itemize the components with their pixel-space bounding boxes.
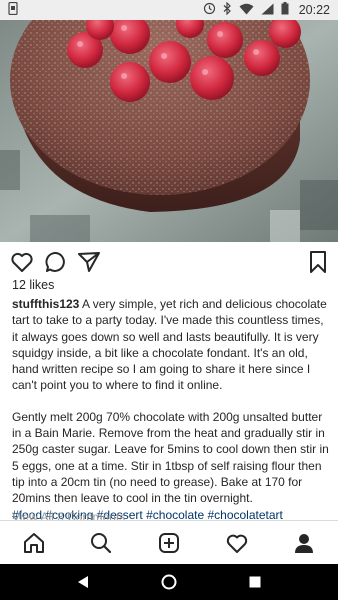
status-time: 20:22 bbox=[298, 3, 330, 17]
sync-icon bbox=[203, 2, 216, 18]
send-icon[interactable] bbox=[77, 250, 101, 274]
post-username[interactable]: stuffthis123 bbox=[12, 297, 79, 311]
chocolate-tart-image bbox=[0, 20, 338, 242]
like-count[interactable]: 12 likes bbox=[12, 278, 54, 292]
bottom-navigation bbox=[0, 520, 338, 564]
post-actions bbox=[0, 246, 338, 276]
caption-recipe-text: Gently melt 200g 70% chocolate with 200g… bbox=[12, 409, 329, 506]
activity-icon[interactable] bbox=[217, 523, 257, 563]
wifi-icon bbox=[239, 3, 254, 18]
profile-icon[interactable] bbox=[284, 523, 324, 563]
add-icon[interactable] bbox=[149, 523, 189, 563]
recents-icon[interactable] bbox=[235, 566, 275, 598]
caption-intro-paragraph: stuffthis123 A very simple, yet rich and… bbox=[12, 296, 330, 394]
bookmark-icon[interactable] bbox=[306, 250, 330, 274]
phone-notification-icon bbox=[8, 1, 18, 18]
caption-intro-text: A very simple, yet rich and delicious ch… bbox=[12, 297, 327, 393]
home-icon[interactable] bbox=[14, 523, 54, 563]
comment-icon[interactable] bbox=[44, 250, 68, 274]
bluetooth-icon bbox=[223, 1, 232, 18]
search-icon[interactable] bbox=[81, 523, 121, 563]
back-icon[interactable] bbox=[63, 566, 103, 598]
status-bar: 20:22 bbox=[0, 0, 338, 20]
post-caption: stuffthis123 A very simple, yet rich and… bbox=[12, 296, 330, 523]
system-navigation-bar bbox=[0, 564, 338, 600]
post-photo[interactable] bbox=[0, 20, 338, 242]
battery-icon bbox=[281, 2, 289, 18]
signal-icon bbox=[261, 3, 274, 18]
heart-icon[interactable] bbox=[10, 250, 34, 274]
home-circle-icon[interactable] bbox=[149, 566, 189, 598]
